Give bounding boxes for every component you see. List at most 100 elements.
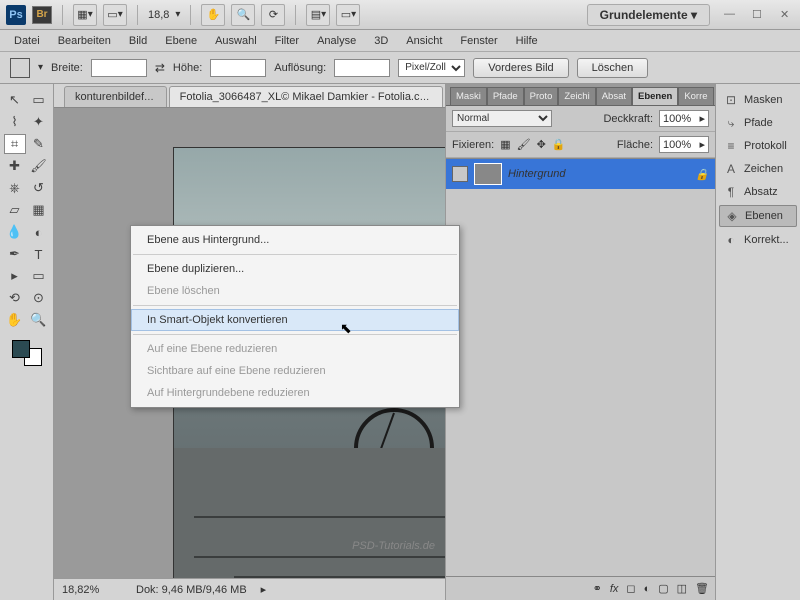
3d-rotate-tool[interactable]: ⟲	[4, 288, 26, 308]
lasso-tool[interactable]: ⌇	[4, 112, 26, 132]
menu-datei[interactable]: Datei	[6, 32, 48, 50]
side-item-zeichen[interactable]: AZeichen	[719, 159, 797, 179]
trash-icon[interactable]: 🗑	[695, 582, 709, 595]
fx-icon[interactable]: fx	[610, 583, 619, 595]
panels-area: MaskiPfadeProtoZeichiAbsatEbenenKorre No…	[445, 84, 715, 600]
link-icon[interactable]: ⚭	[593, 582, 602, 595]
lock-paint-icon[interactable]: 🖌	[517, 138, 531, 151]
marquee-tool[interactable]: ▭	[28, 90, 50, 110]
zoom-value[interactable]: 18,8	[148, 9, 169, 21]
fill-input[interactable]: 100%▸	[659, 136, 709, 153]
panel-tab-proto[interactable]: Proto	[524, 87, 559, 105]
status-zoom[interactable]: 18,82%	[62, 584, 122, 596]
new-layer-icon[interactable]: ◫	[677, 582, 687, 595]
3d-orbit-tool[interactable]: ⊙	[28, 288, 50, 308]
clear-button[interactable]: Löschen	[577, 58, 649, 78]
workspace-selector[interactable]: Grundelemente ▾	[587, 4, 710, 26]
eyedropper-tool[interactable]: ✎	[28, 134, 50, 154]
stamp-tool[interactable]: ⎈	[4, 178, 26, 198]
type-tool[interactable]: T	[28, 244, 50, 264]
hand-tool[interactable]: ✋	[4, 310, 26, 330]
opacity-input[interactable]: 100%▸	[659, 110, 709, 127]
side-item-absatz[interactable]: ¶Absatz	[719, 182, 797, 202]
minimize-icon[interactable]: ―	[724, 8, 738, 22]
panel-tab-maski[interactable]: Maski	[450, 87, 487, 105]
hand-tool-icon[interactable]: ✋	[201, 4, 225, 26]
menu-3d[interactable]: 3D	[366, 32, 396, 50]
height-label: Höhe:	[173, 62, 202, 74]
menu-bild[interactable]: Bild	[121, 32, 155, 50]
pen-tool[interactable]: ✒	[4, 244, 26, 264]
document-tabs: konturenbildeffekte.psd×Fotolia_3066487_…	[54, 84, 445, 108]
photoshop-icon: Ps	[6, 5, 26, 25]
crop-tool-preset-icon[interactable]	[10, 58, 30, 78]
menu-ansicht[interactable]: Ansicht	[398, 32, 450, 50]
menu-filter[interactable]: Filter	[267, 32, 307, 50]
group-icon[interactable]: ▢	[658, 582, 668, 595]
layer-row[interactable]: Hintergrund 🔒	[446, 159, 715, 189]
side-item-masken[interactable]: ⊡Masken	[719, 90, 797, 110]
dodge-tool[interactable]: ◐	[28, 222, 50, 242]
panel-tab-ebenen[interactable]: Ebenen	[632, 87, 678, 105]
path-select-tool[interactable]: ▸	[4, 266, 26, 286]
panel-tab-zeichi[interactable]: Zeichi	[558, 87, 595, 105]
screen-mode-button[interactable]: ▭▾	[103, 4, 127, 26]
side-item-pfade[interactable]: ⤷Pfade	[719, 113, 797, 133]
ctx-item: Ebene löschen	[131, 280, 459, 302]
brush-tool[interactable]: 🖌	[28, 156, 50, 176]
color-swatches[interactable]	[12, 340, 42, 366]
menu-bearbeiten[interactable]: Bearbeiten	[50, 32, 119, 50]
side-item-korrekt...[interactable]: ◐Korrekt...	[719, 230, 797, 250]
adjustment-icon[interactable]: ◐	[644, 583, 651, 595]
history-brush-tool[interactable]: ↺	[28, 178, 50, 198]
swap-dims-icon[interactable]: ⇄	[155, 61, 165, 75]
eraser-tool[interactable]: ▱	[4, 200, 26, 220]
ctx-item[interactable]: Ebene aus Hintergrund...	[131, 229, 459, 251]
status-arrow-icon[interactable]: ▸	[261, 583, 267, 596]
height-input[interactable]	[210, 59, 266, 77]
lock-transparency-icon[interactable]: ▦	[500, 138, 510, 151]
crop-tool[interactable]: ⌗	[4, 134, 26, 154]
mask-icon[interactable]: ◻	[626, 582, 635, 595]
heal-tool[interactable]: ✚	[4, 156, 26, 176]
menu-hilfe[interactable]: Hilfe	[508, 32, 546, 50]
ctx-item[interactable]: In Smart-Objekt konvertieren	[131, 309, 459, 331]
status-bar: 18,82% Dok: 9,46 MB/9,46 MB ▸	[54, 578, 445, 600]
panel-tab-pfade[interactable]: Pfade	[487, 87, 524, 105]
panel-tab-korre[interactable]: Korre	[678, 87, 713, 105]
side-item-ebenen[interactable]: ◈Ebenen	[719, 205, 797, 227]
wand-tool[interactable]: ✦	[28, 112, 50, 132]
menu-fenster[interactable]: Fenster	[452, 32, 505, 50]
zoom-tool[interactable]: 🔍	[28, 310, 50, 330]
zoom-tool-icon[interactable]: 🔍	[231, 4, 255, 26]
document-tab[interactable]: Fotolia_3066487_XL© Mikael Damkier - Fot…	[169, 86, 443, 107]
blur-tool[interactable]: 💧	[4, 222, 26, 242]
move-tool[interactable]: ↖	[4, 90, 26, 110]
ctx-item[interactable]: Ebene duplizieren...	[131, 258, 459, 280]
screen-icon[interactable]: ▭▾	[336, 4, 360, 26]
shape-tool[interactable]: ▭	[28, 266, 50, 286]
document-tab[interactable]: konturenbildeffekte.psd×	[64, 86, 167, 107]
rotate-view-icon[interactable]: ⟳	[261, 4, 285, 26]
blend-mode-select[interactable]: Normal	[452, 110, 552, 127]
menu-analyse[interactable]: Analyse	[309, 32, 364, 50]
lock-all-icon[interactable]: 🔒	[552, 138, 566, 151]
panel-tab-absat[interactable]: Absat	[596, 87, 632, 105]
gradient-tool[interactable]: ▦	[28, 200, 50, 220]
side-item-protokoll[interactable]: ≡Protokoll	[719, 136, 797, 156]
menu-ebene[interactable]: Ebene	[157, 32, 205, 50]
lock-position-icon[interactable]: ✥	[537, 138, 546, 151]
view-grid-button[interactable]: ▦▾	[73, 4, 97, 26]
bridge-icon[interactable]: Br	[32, 6, 52, 24]
arrange-icon[interactable]: ▤▾	[306, 4, 330, 26]
menu-auswahl[interactable]: Auswahl	[207, 32, 265, 50]
unit-select[interactable]: Pixel/Zoll	[398, 59, 465, 77]
resolution-input[interactable]	[334, 59, 390, 77]
layer-thumb[interactable]	[474, 163, 502, 185]
lock-icon: 🔒	[695, 168, 709, 181]
visibility-icon[interactable]	[452, 166, 468, 182]
width-input[interactable]	[91, 59, 147, 77]
maximize-icon[interactable]: ☐	[752, 8, 766, 22]
close-icon[interactable]: ✕	[780, 8, 794, 22]
front-image-button[interactable]: Vorderes Bild	[473, 58, 568, 78]
